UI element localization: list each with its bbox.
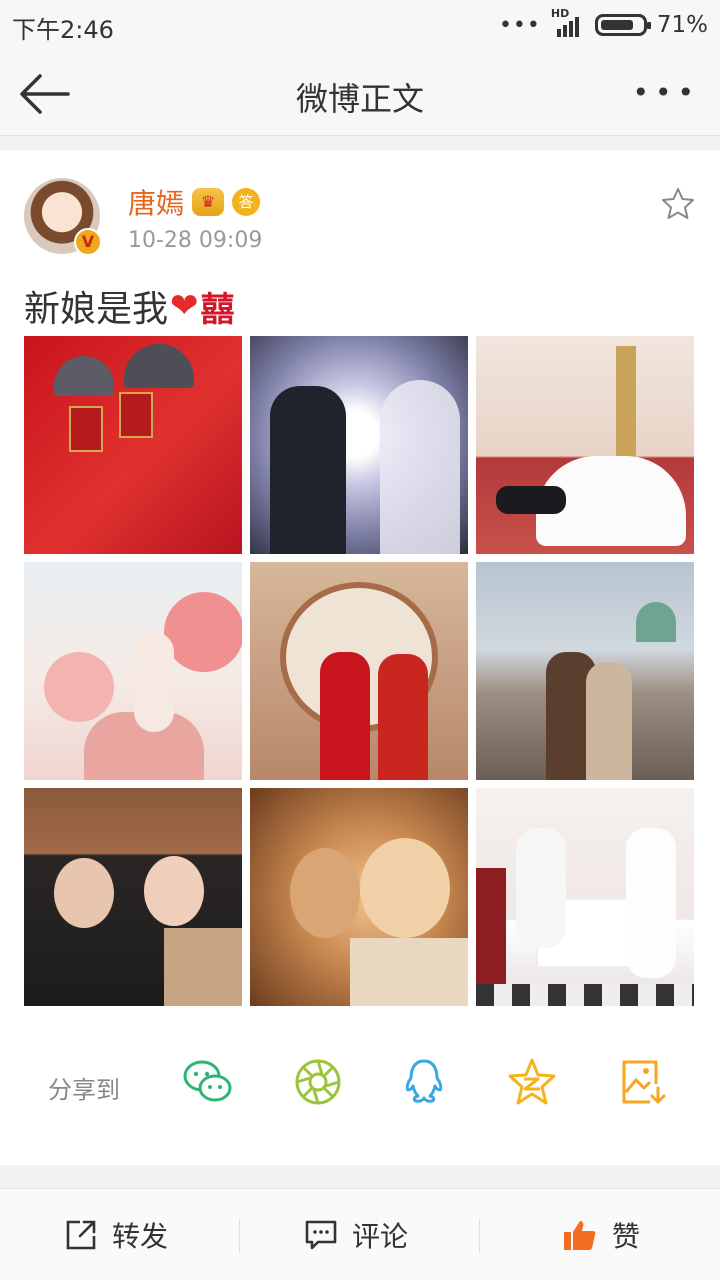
repost-label: 转发: [112, 1220, 169, 1253]
comment-button[interactable]: 评论: [304, 1189, 408, 1280]
share-row: 分享到: [0, 1030, 720, 1140]
toolbar-divider: [239, 1219, 240, 1253]
status-bar: 下午2:46 ••• HD 71%: [0, 0, 720, 50]
post-text-body: 新娘是我: [24, 289, 169, 330]
photo-5[interactable]: [250, 562, 468, 780]
double-happiness-emoji-icon: 囍: [200, 289, 235, 330]
post-card: V 唐嫣 ♛ 答 10-28 09:09 新娘是我 ❤ 囍 分享到: [0, 150, 720, 1165]
repost-icon: [66, 1220, 96, 1250]
share-label: 分享到: [48, 1076, 120, 1104]
favorite-star-icon[interactable]: [660, 186, 696, 222]
qq-icon[interactable]: [398, 1056, 450, 1108]
battery-icon: [594, 14, 651, 36]
photo-grid: [24, 336, 694, 1006]
photo-6[interactable]: [476, 562, 694, 780]
moments-icon[interactable]: [292, 1056, 344, 1108]
toolbar-divider: [479, 1219, 480, 1253]
like-label: 赞: [612, 1220, 641, 1253]
crown-badge-icon[interactable]: ♛: [192, 188, 225, 216]
repost-button[interactable]: 转发: [64, 1189, 168, 1280]
status-time: 下午2:46: [12, 16, 114, 44]
verified-badge-icon: V: [74, 228, 102, 256]
answer-badge-icon[interactable]: 答: [232, 188, 261, 216]
status-dots-icon: •••: [498, 12, 541, 38]
photo-1[interactable]: [24, 336, 242, 554]
page-title: 微博正文: [295, 80, 424, 118]
status-right: ••• HD 71%: [498, 7, 708, 40]
wechat-icon[interactable]: [182, 1056, 234, 1108]
comment-icon: [305, 1220, 337, 1250]
qzone-star-icon[interactable]: [506, 1056, 558, 1108]
comment-label: 评论: [352, 1220, 409, 1253]
post-time: 10-28 09:09: [128, 228, 263, 253]
post-text: 新娘是我 ❤ 囍: [24, 280, 235, 332]
save-image-icon[interactable]: [616, 1056, 668, 1108]
like-button[interactable]: 赞: [562, 1189, 640, 1280]
photo-8[interactable]: [250, 788, 468, 1006]
battery-percent: 71%: [656, 12, 708, 38]
post-author[interactable]: 唐嫣 ♛ 答: [128, 182, 261, 222]
photo-2[interactable]: [250, 336, 468, 554]
bottom-toolbar: 转发 评论 赞: [0, 1188, 720, 1280]
photo-4[interactable]: [24, 562, 242, 780]
heart-emoji-icon: ❤: [170, 286, 199, 326]
signal-icon: HD: [551, 7, 585, 39]
thumbs-up-icon: [564, 1221, 596, 1250]
author-name[interactable]: 唐嫣: [128, 182, 184, 222]
more-options-button[interactable]: •••: [632, 76, 700, 109]
photo-7[interactable]: [24, 788, 242, 1006]
photo-3[interactable]: [476, 336, 694, 554]
photo-9[interactable]: [476, 788, 694, 1006]
navigation-bar: 微博正文 •••: [0, 50, 720, 136]
